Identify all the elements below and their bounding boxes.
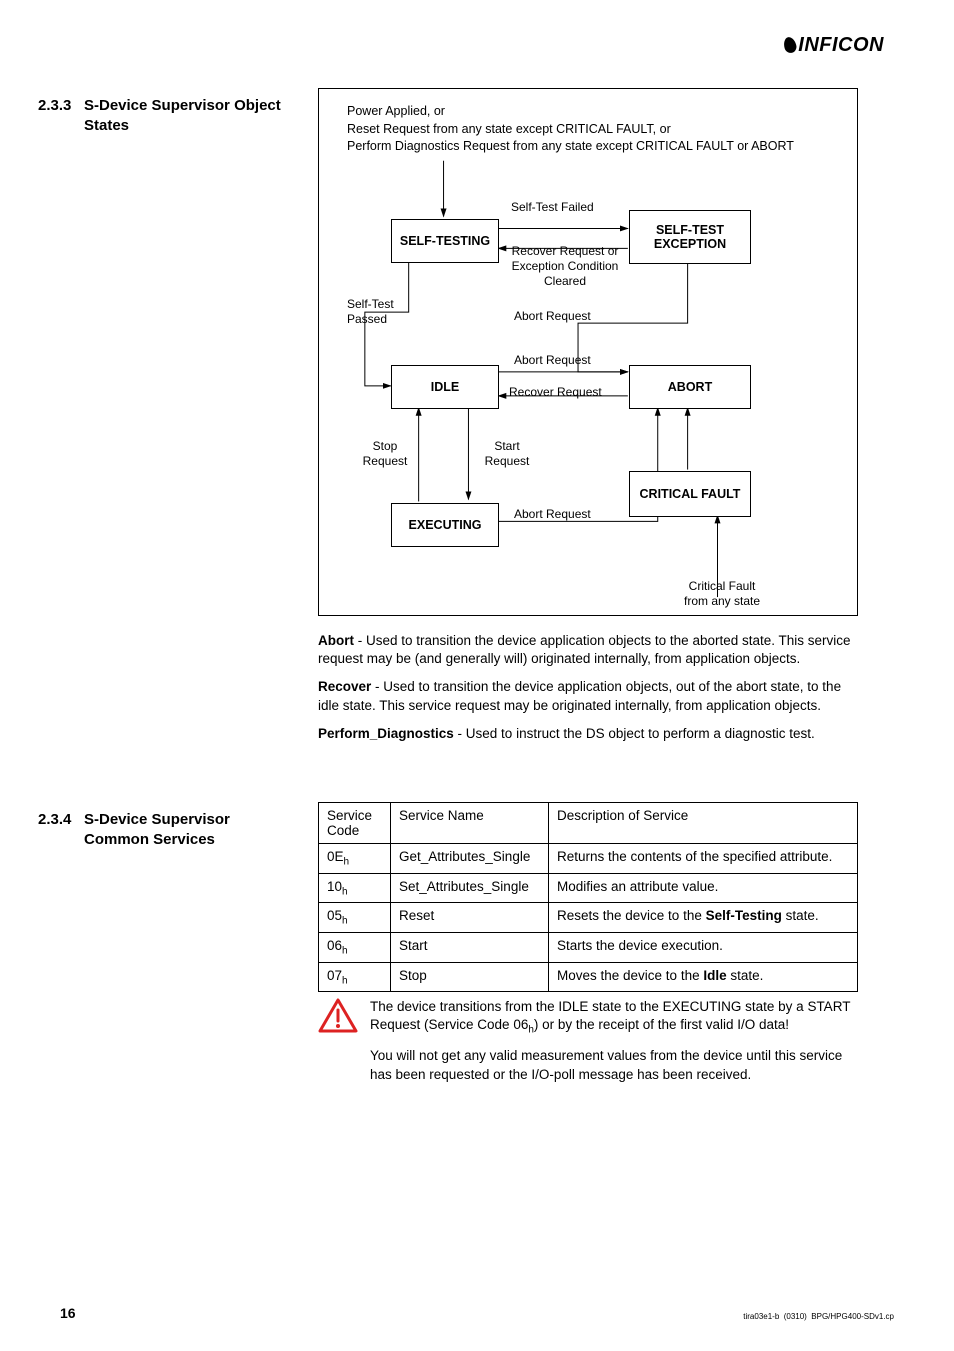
brand-logo: INFICON (784, 34, 884, 57)
def-abort-label: Abort (318, 633, 354, 648)
section-233-title: S-Device Supervisor Object States (84, 96, 284, 135)
section-234-number: 2.3.4 (38, 810, 71, 830)
def-recover: Recover - Used to transition the device … (318, 678, 858, 714)
th-service-name: Service Name (391, 803, 549, 844)
label-abort-request-3: Abort Request (514, 507, 591, 522)
warning-p1: The device transitions from the IDLE sta… (370, 998, 858, 1037)
cell-service-code: 06h (319, 933, 391, 963)
section-233-number: 2.3.3 (38, 96, 71, 116)
warning-p2: You will not get any valid measurement v… (370, 1047, 858, 1083)
state-executing: EXECUTING (391, 503, 499, 547)
def-perform-text: - Used to instruct the DS object to perf… (454, 726, 815, 741)
warning-block: The device transitions from the IDLE sta… (318, 998, 858, 1094)
section-234-title: S-Device Supervisor Common Services (84, 810, 284, 849)
warning-triangle-icon (318, 998, 358, 1034)
cell-service-name: Reset (391, 903, 549, 933)
services-table: Service Code Service Name Description of… (318, 802, 858, 992)
def-abort-text: - Used to transition the device applicat… (318, 633, 851, 666)
state-self-testing: SELF-TESTING (391, 219, 499, 263)
label-stop-request: Stop Request (357, 439, 413, 469)
cell-service-code: 0Eh (319, 844, 391, 874)
table-row: 05hResetResets the device to the Self-Te… (319, 903, 858, 933)
definitions-block: Abort - Used to transition the device ap… (318, 632, 858, 753)
def-recover-label: Recover (318, 679, 371, 694)
def-perform: Perform_Diagnostics - Used to instruct t… (318, 725, 858, 743)
label-critical-from-any: Critical Fault from any state (677, 579, 767, 609)
table-row: 07hStopMoves the device to the Idle stat… (319, 962, 858, 992)
cell-service-code: 07h (319, 962, 391, 992)
cell-service-code: 05h (319, 903, 391, 933)
table-row: 06hStartStarts the device execution. (319, 933, 858, 963)
cell-service-name: Stop (391, 962, 549, 992)
table-row: 10hSet_Attributes_SingleModifies an attr… (319, 873, 858, 903)
diagram-top-line3: Perform Diagnostics Request from any sta… (347, 139, 794, 153)
cell-service-desc: Modifies an attribute value. (549, 873, 858, 903)
label-self-test-failed: Self-Test Failed (511, 200, 594, 215)
table-header-row: Service Code Service Name Description of… (319, 803, 858, 844)
cell-service-name: Set_Attributes_Single (391, 873, 549, 903)
def-recover-text: - Used to transition the device applicat… (318, 679, 841, 712)
warning-p1-post: ) or by the receipt of the first valid I… (534, 1017, 789, 1032)
label-abort-request-2: Abort Request (514, 353, 591, 368)
label-self-test-passed: Self-Test Passed (347, 297, 403, 327)
state-idle: IDLE (391, 365, 499, 409)
cell-service-code: 10h (319, 873, 391, 903)
diagram-top-line2: Reset Request from any state except CRIT… (347, 122, 671, 136)
def-perform-label: Perform_Diagnostics (318, 726, 454, 741)
cell-service-name: Start (391, 933, 549, 963)
cell-service-name: Get_Attributes_Single (391, 844, 549, 874)
th-service-desc: Description of Service (549, 803, 858, 844)
cell-service-desc: Starts the device execution. (549, 933, 858, 963)
label-abort-request-1: Abort Request (514, 309, 591, 324)
label-recover-or-cleared: Recover Request or Exception Condition C… (505, 244, 625, 289)
table-row: 0EhGet_Attributes_SingleReturns the cont… (319, 844, 858, 874)
th-service-code: Service Code (319, 803, 391, 844)
state-critical-fault: CRITICAL FAULT (629, 471, 751, 517)
def-abort: Abort - Used to transition the device ap… (318, 632, 858, 668)
diagram-top-text: Power Applied, or Reset Request from any… (347, 103, 837, 156)
cell-service-desc: Moves the device to the Idle state. (549, 962, 858, 992)
label-recover-request: Recover Request (509, 385, 602, 400)
state-abort: ABORT (629, 365, 751, 409)
page-footer: 16 tira03e1-b (0310) BPG/HPG400-SDv1.cp (60, 1305, 894, 1321)
cell-service-desc: Resets the device to the Self-Testing st… (549, 903, 858, 933)
document-id: tira03e1-b (0310) BPG/HPG400-SDv1.cp (743, 1312, 894, 1321)
cell-service-desc: Returns the contents of the specified at… (549, 844, 858, 874)
state-self-test-exception: SELF-TEST EXCEPTION (629, 210, 751, 264)
label-start-request: Start Request (479, 439, 535, 469)
brand-text: INFICON (798, 34, 884, 56)
diagram-top-line1: Power Applied, or (347, 104, 445, 118)
drop-icon (782, 36, 798, 55)
page-number: 16 (60, 1305, 76, 1321)
state-diagram: Power Applied, or Reset Request from any… (318, 88, 858, 616)
